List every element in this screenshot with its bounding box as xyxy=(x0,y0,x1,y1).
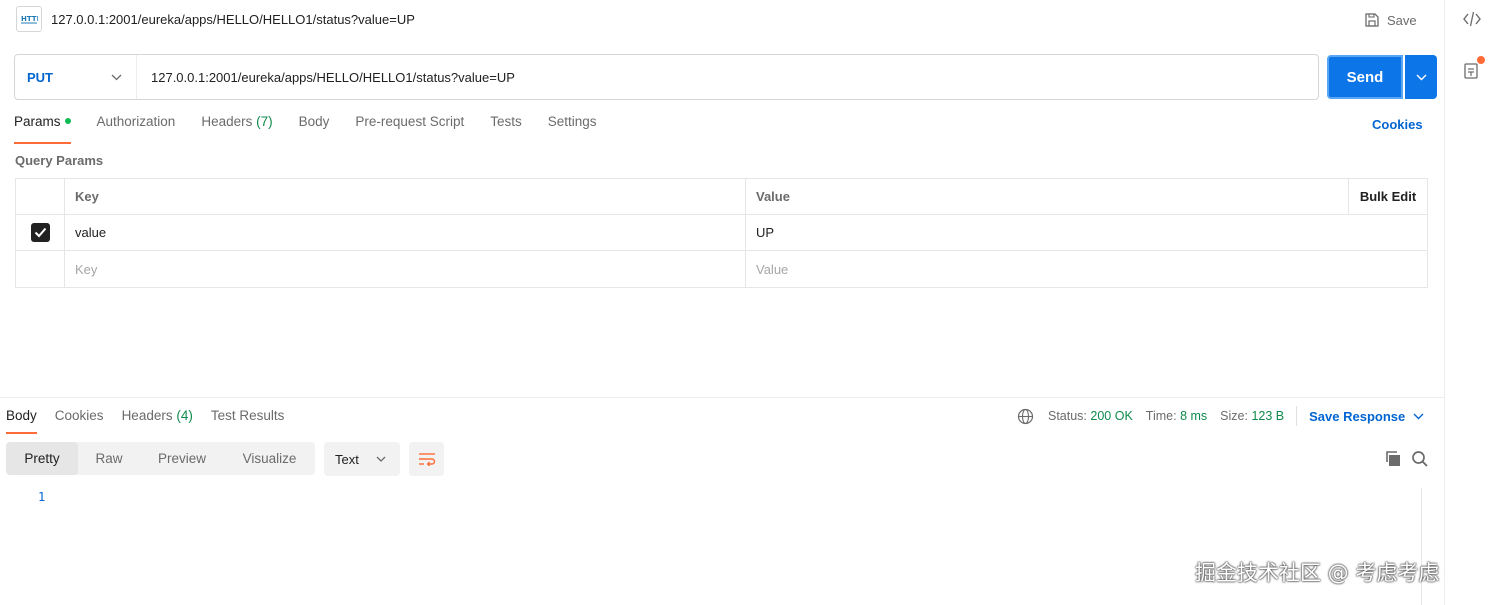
param-enabled-checkbox[interactable] xyxy=(30,223,50,242)
url-input[interactable] xyxy=(151,69,1291,85)
response-tab-body[interactable]: Body xyxy=(6,408,37,434)
status-label: Status: xyxy=(1048,409,1087,423)
code-icon[interactable] xyxy=(1462,10,1482,31)
headers-count: (7) xyxy=(256,114,273,129)
search-icon[interactable] xyxy=(1411,450,1429,471)
row-check-cell xyxy=(16,215,65,250)
response-tab-headers[interactable]: Headers (4) xyxy=(122,408,193,434)
row-check-cell xyxy=(16,251,65,287)
request-header: HTTP 127.0.0.1:2001/eureka/apps/HELLO/HE… xyxy=(0,0,1444,40)
save-label: Save xyxy=(1387,12,1417,28)
query-params-table: Key Value Bulk Edit value UP Key Value xyxy=(15,178,1428,288)
table-row: value UP xyxy=(16,215,1427,251)
tab-body[interactable]: Body xyxy=(299,114,330,144)
response-format-label: Text xyxy=(335,451,359,467)
response-divider[interactable] xyxy=(0,397,1444,398)
bulk-edit-button[interactable]: Bulk Edit xyxy=(1360,189,1416,204)
response-format-select[interactable]: Text xyxy=(324,442,400,476)
svg-text:HTTP: HTTP xyxy=(21,15,38,23)
documentation-icon[interactable] xyxy=(1463,62,1481,83)
column-header-key: Key xyxy=(65,179,746,214)
http-icon: HTTP xyxy=(16,6,42,32)
chevron-down-icon xyxy=(1413,413,1424,419)
time-meta[interactable]: Time: 8 ms xyxy=(1146,409,1207,423)
size-label: Size: xyxy=(1220,409,1248,423)
save-response-button[interactable]: Save Response xyxy=(1309,409,1424,424)
check-icon xyxy=(34,227,46,238)
chevron-down-icon xyxy=(1416,74,1426,80)
meta-separator xyxy=(1296,406,1298,426)
save-button[interactable]: Save xyxy=(1364,10,1417,30)
url-bar: PUT xyxy=(14,54,1319,100)
response-meta: Status: 200 OK Time: 8 ms Size: 123 B Sa… xyxy=(1017,406,1424,426)
response-view-toggle: Pretty Raw Preview Visualize xyxy=(6,442,315,475)
column-header-value: Value xyxy=(756,189,790,204)
status-meta[interactable]: Status: 200 OK xyxy=(1048,409,1133,423)
view-preview-button[interactable]: Preview xyxy=(140,442,224,475)
response-tabs: Body Cookies Headers (4) Test Results xyxy=(6,408,302,436)
view-visualize-button[interactable]: Visualize xyxy=(224,442,315,475)
save-response-label: Save Response xyxy=(1309,408,1406,424)
response-tab-cookies[interactable]: Cookies xyxy=(55,408,104,434)
wrap-lines-button[interactable] xyxy=(409,442,444,476)
table-row-empty: Key Value xyxy=(16,251,1427,287)
send-options-button[interactable] xyxy=(1405,55,1437,99)
tab-params-label: Params xyxy=(14,114,61,129)
response-scrollbar[interactable] xyxy=(1421,488,1437,605)
tab-headers-label: Headers xyxy=(201,114,253,129)
params-active-dot xyxy=(64,118,71,125)
wrap-lines-icon xyxy=(418,453,435,466)
time-label: Time: xyxy=(1145,409,1177,423)
bulk-edit-cell: Bulk Edit xyxy=(1348,179,1427,214)
tab-settings[interactable]: Settings xyxy=(548,114,597,144)
method-select[interactable]: PUT xyxy=(15,55,137,99)
tab-params[interactable]: Params xyxy=(14,114,71,144)
watermark: 掘金技术社区 @ 考虑考虑 xyxy=(1195,561,1440,585)
param-key-placeholder[interactable]: Key xyxy=(65,251,746,287)
line-number: 1 xyxy=(38,490,46,504)
cookies-link[interactable]: Cookies xyxy=(1372,117,1423,132)
save-icon xyxy=(1365,13,1379,27)
request-tabs: Params Authorization Headers (7) Body Pr… xyxy=(14,114,623,144)
method-label: PUT xyxy=(27,69,53,85)
chevron-down-icon xyxy=(111,74,122,80)
response-headers-count: (4) xyxy=(176,408,193,423)
table-header-row: Key Value Bulk Edit xyxy=(16,179,1427,215)
status-value: 200 OK xyxy=(1090,409,1133,423)
request-title[interactable]: 127.0.0.1:2001/eureka/apps/HELLO/HELLO1/… xyxy=(51,12,415,27)
tab-authorization[interactable]: Authorization xyxy=(97,114,176,144)
notification-dot xyxy=(1477,56,1485,64)
globe-icon[interactable] xyxy=(1017,408,1034,425)
param-value-cell[interactable]: UP xyxy=(746,215,1427,250)
right-sidebar xyxy=(1444,0,1499,605)
tab-prerequest-script[interactable]: Pre-request Script xyxy=(355,114,464,144)
chevron-down-icon xyxy=(376,456,386,462)
view-pretty-button[interactable]: Pretty xyxy=(6,442,78,475)
tab-tests[interactable]: Tests xyxy=(490,114,522,144)
query-params-title: Query Params xyxy=(15,153,104,168)
response-tab-test-results[interactable]: Test Results xyxy=(211,408,285,434)
param-value-placeholder[interactable]: Value xyxy=(746,251,1427,287)
size-value: 123 B xyxy=(1251,409,1285,423)
view-raw-button[interactable]: Raw xyxy=(78,442,140,475)
time-value: 8 ms xyxy=(1180,409,1208,423)
header-check-cell xyxy=(16,179,65,214)
response-headers-label: Headers xyxy=(121,408,173,423)
param-key-cell[interactable]: value xyxy=(65,215,746,250)
send-button[interactable]: Send xyxy=(1327,55,1403,99)
tab-headers[interactable]: Headers (7) xyxy=(201,114,272,144)
size-meta[interactable]: Size: 123 B xyxy=(1220,409,1284,423)
copy-icon[interactable] xyxy=(1384,450,1402,471)
